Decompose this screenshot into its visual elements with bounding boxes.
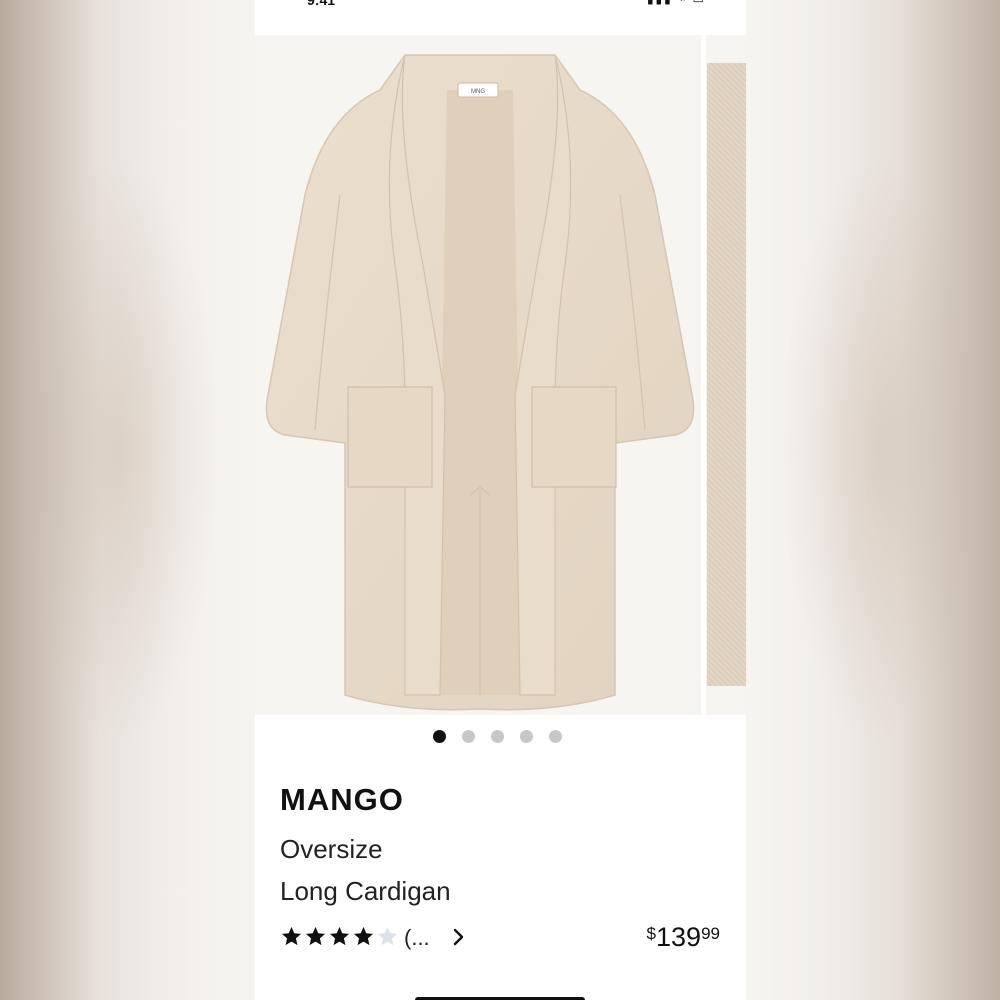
product-image-main[interactable]: MNG bbox=[255, 35, 701, 715]
product-name-line-2: Long Cardigan bbox=[280, 876, 451, 906]
star-icon bbox=[377, 926, 398, 946]
garment-label: MNG bbox=[471, 89, 485, 95]
star-icon bbox=[353, 926, 374, 946]
product-image-next-peek[interactable] bbox=[706, 35, 746, 715]
review-count: (... bbox=[404, 925, 430, 950]
price-currency: $ bbox=[646, 924, 657, 943]
star-icon bbox=[329, 926, 350, 946]
star-icon bbox=[305, 926, 326, 946]
cardigan-illustration: MNG bbox=[265, 54, 695, 711]
star-icon bbox=[281, 926, 302, 946]
price: $13999 bbox=[647, 922, 720, 953]
status-bar: 9:41 ▮▮▮ ⌁ ▭ bbox=[255, 0, 746, 8]
brand-name[interactable]: MANGO bbox=[280, 782, 404, 818]
carousel-dot[interactable] bbox=[549, 730, 562, 743]
product-detail-screen: 9:41 ▮▮▮ ⌁ ▭ MNG bbox=[255, 0, 746, 1000]
price-dollars: 139 bbox=[656, 922, 702, 952]
carousel-dot[interactable] bbox=[491, 730, 504, 743]
status-time: 9:41 bbox=[307, 0, 336, 8]
carousel-dot[interactable] bbox=[433, 730, 446, 743]
star-rating bbox=[280, 925, 404, 951]
price-cents: 99 bbox=[701, 924, 720, 943]
status-icons: ▮▮▮ ⌁ ▭ bbox=[647, 0, 706, 6]
fabric-closeup bbox=[707, 63, 746, 686]
carousel-indicator bbox=[433, 730, 573, 746]
carousel-dot[interactable] bbox=[462, 730, 475, 743]
chevron-right-icon[interactable] bbox=[452, 927, 466, 947]
product-name-line-1: Oversize bbox=[280, 834, 383, 864]
carousel-dot[interactable] bbox=[520, 730, 533, 743]
